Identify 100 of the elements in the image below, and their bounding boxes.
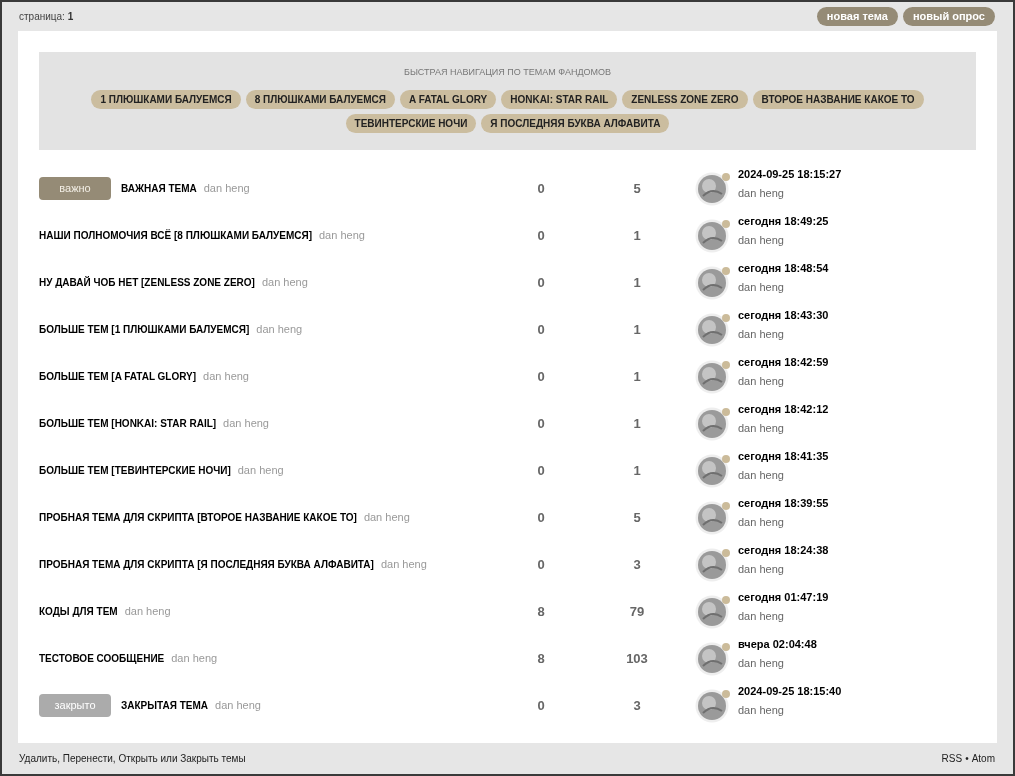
reply-count: 0 — [536, 461, 546, 480]
topic-status-label: важно — [39, 177, 111, 200]
reply-count: 8 — [536, 602, 546, 621]
view-count: 5 — [632, 179, 642, 198]
view-count: 5 — [632, 508, 642, 527]
avatar-icon — [695, 641, 729, 676]
last-post-author: dan heng — [738, 609, 785, 624]
topic-author: dan heng — [215, 698, 261, 714]
avatar-icon — [695, 218, 729, 253]
topic-title-link[interactable]: ТЕСТОВОЕ СООБЩЕНИЕ — [39, 651, 165, 666]
last-post-time: вчера 02:04:48 — [738, 636, 817, 652]
last-post-author: dan heng — [738, 656, 785, 671]
topic-author: dan heng — [223, 416, 269, 432]
last-post-author: dan heng — [738, 421, 785, 436]
last-post-author: dan heng — [738, 233, 785, 248]
view-count: 1 — [632, 367, 642, 386]
topic-title-link[interactable]: НАШИ ПОЛНОМОЧИЯ ВСЁ [8 ПЛЮШКАМИ БАЛУЕМСЯ] — [39, 228, 312, 243]
topic-author: dan heng — [124, 604, 171, 620]
reply-count: 0 — [536, 508, 546, 527]
last-post-time: 2024-09-25 18:15:40 — [738, 683, 842, 699]
fandom-tag[interactable]: HONKAI: STAR RAIL — [501, 89, 618, 109]
last-post-time: сегодня 18:41:35 — [738, 448, 829, 464]
view-count: 3 — [632, 555, 642, 574]
last-post-author: dan heng — [738, 280, 785, 295]
topic-title-link[interactable]: ЗАКРЫТАЯ ТЕМА — [121, 698, 209, 713]
last-post-author: dan heng — [738, 562, 785, 577]
reply-count: 0 — [536, 273, 546, 292]
topic-title-link[interactable]: НУ ДАВАЙ ЧОБ НЕТ [ZENLESS ZONE ZERO] — [39, 275, 255, 290]
fandom-tag[interactable]: 8 ПЛЮШКАМИ БАЛУЕМСЯ — [245, 89, 396, 109]
fandom-tag[interactable]: ТЕВИНТЕРСКИЕ НОЧИ — [345, 113, 477, 133]
reply-count: 0 — [536, 320, 546, 339]
last-post-author: dan heng — [738, 703, 785, 718]
view-count: 1 — [632, 226, 642, 245]
topic-author: dan heng — [203, 369, 249, 385]
topic-author: dan heng — [237, 463, 284, 479]
last-post-time: сегодня 18:42:12 — [738, 401, 829, 417]
topic-title-link[interactable]: ПРОБНАЯ ТЕМА ДЛЯ СКРИПТА [ВТОРОЕ НАЗВАНИЕ КАКОЕ ТО] — [39, 510, 357, 525]
last-post-time: сегодня 18:49:25 — [738, 213, 829, 229]
last-post-author: dan heng — [738, 515, 785, 530]
fandom-tag[interactable]: 1 ПЛЮШКАМИ БАЛУЕМСЯ — [91, 89, 241, 109]
topic-title-link[interactable]: БОЛЬШЕ ТЕМ [ТЕВИНТЕРСКИЕ НОЧИ] — [39, 463, 231, 478]
reply-count: 8 — [536, 649, 546, 668]
avatar-icon — [695, 265, 729, 300]
avatar-icon — [695, 312, 729, 347]
last-post-author: dan heng — [738, 468, 785, 483]
reply-count: 0 — [536, 696, 546, 715]
view-count: 3 — [632, 696, 642, 715]
topic-title-link[interactable]: БОЛЬШЕ ТЕМ [1 ПЛЮШКАМИ БАЛУЕМСЯ] — [39, 322, 250, 337]
fandom-tag[interactable]: ZENLESS ZONE ZERO — [622, 89, 748, 109]
last-post-time: сегодня 18:48:54 — [738, 260, 829, 276]
reply-count: 0 — [536, 414, 546, 433]
quick-navigation-title: БЫСТРАЯ НАВИГАЦИЯ ПО ТЕМАМ ФАНДОМОВ — [403, 66, 612, 79]
reply-count: 0 — [536, 367, 546, 386]
last-post-time: сегодня 18:42:59 — [738, 354, 829, 370]
last-post-time: 2024-09-25 18:15:27 — [738, 166, 842, 182]
topic-author: dan heng — [363, 510, 410, 526]
last-post-time: сегодня 18:43:30 — [738, 307, 829, 323]
reply-count: 0 — [536, 179, 546, 198]
topic-title-link[interactable]: ПРОБНАЯ ТЕМА ДЛЯ СКРИПТА [Я ПОСЛЕДНЯЯ БУКВА АЛФАВИТА] — [39, 557, 374, 572]
view-count: 1 — [632, 414, 642, 433]
avatar-icon — [695, 406, 729, 441]
topic-status-label: закрыто — [39, 694, 111, 717]
topic-title-link[interactable]: КОДЫ ДЛЯ ТЕМ — [39, 604, 118, 619]
topic-author: dan heng — [319, 228, 365, 244]
avatar-icon — [695, 171, 729, 206]
view-count: 79 — [628, 602, 646, 621]
feed-link[interactable]: RSS — [941, 751, 963, 766]
moderation-link[interactable]: Удалить, Перенести, Открыть или Закрыть темы — [19, 751, 246, 766]
last-post-time: сегодня 18:24:38 — [738, 542, 829, 558]
view-count: 103 — [625, 649, 649, 668]
topic-author: dan heng — [256, 322, 303, 338]
last-post-time: сегодня 18:39:55 — [738, 495, 829, 511]
feed-link[interactable]: Atom — [971, 751, 995, 766]
page-indicator: страница: 1 — [19, 10, 74, 24]
separator-dot: • — [965, 752, 969, 766]
topic-author: dan heng — [203, 181, 250, 197]
avatar-icon — [695, 547, 729, 582]
avatar-icon — [695, 359, 729, 394]
topic-author: dan heng — [380, 557, 427, 573]
reply-count: 0 — [536, 226, 546, 245]
view-count: 1 — [632, 273, 642, 292]
fandom-tag[interactable]: Я ПОСЛЕДНЯЯ БУКВА АЛФАВИТА — [481, 113, 670, 133]
topic-title-link[interactable]: ВАЖНАЯ ТЕМА — [121, 181, 197, 196]
topic-author: dan heng — [171, 651, 218, 667]
fandom-tag[interactable]: A FATAL GLORY — [400, 89, 497, 109]
fandom-tag[interactable]: ВТОРОЕ НАЗВАНИЕ КАКОЕ ТО — [752, 89, 924, 109]
reply-count: 0 — [536, 555, 546, 574]
last-post-author: dan heng — [738, 186, 785, 201]
topic-title-link[interactable]: БОЛЬШЕ ТЕМ [HONKAI: STAR RAIL] — [39, 416, 217, 431]
avatar-icon — [695, 453, 729, 488]
view-count: 1 — [632, 320, 642, 339]
avatar-icon — [695, 688, 729, 723]
view-count: 1 — [632, 461, 642, 480]
avatar-icon — [695, 594, 729, 629]
last-post-time: сегодня 01:47:19 — [738, 589, 829, 605]
last-post-author: dan heng — [738, 327, 785, 342]
avatar-icon — [695, 500, 729, 535]
topic-title-link[interactable]: БОЛЬШЕ ТЕМ [A FATAL GLORY] — [39, 369, 197, 384]
last-post-author: dan heng — [738, 374, 785, 389]
topic-author: dan heng — [261, 275, 308, 291]
